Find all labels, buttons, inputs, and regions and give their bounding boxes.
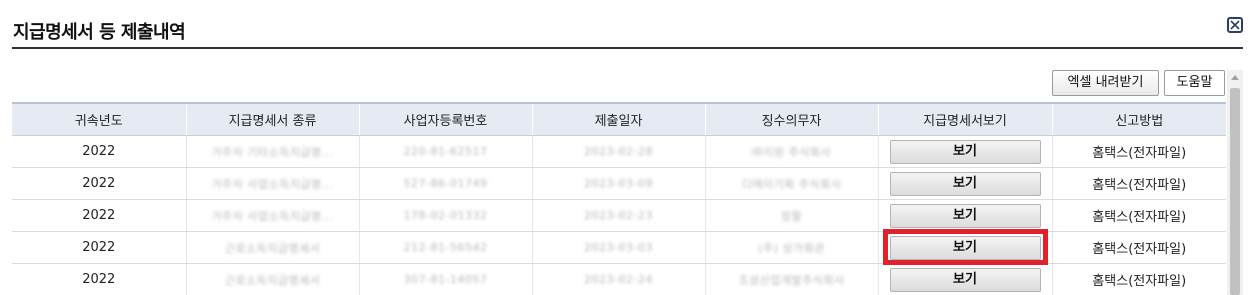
cell-withholder: 디에이기획 주식회사	[705, 167, 879, 200]
cell-bizno: 220-81-62517	[359, 135, 533, 168]
col-header-year: 귀속년도	[12, 102, 187, 136]
col-header-withholder: 징수의무자	[705, 102, 879, 136]
col-header-date: 제출일자	[532, 102, 706, 136]
cell-date: 2023-03-03	[532, 231, 706, 264]
cell-bizno: 212-81-56542	[359, 231, 533, 264]
cell-date: 2023-03-09	[532, 167, 706, 200]
excel-download-button[interactable]: 엑셀 내려받기	[1052, 70, 1159, 96]
cell-method: 홈택스(전자파일)	[1052, 135, 1226, 168]
cell-type: 근로소득지급명세서	[186, 263, 360, 295]
cell-method: 홈택스(전자파일)	[1052, 263, 1226, 295]
col-header-method: 신고방법	[1052, 102, 1226, 136]
cell-bizno: 307-81-14057	[359, 263, 533, 295]
vertical-scrollbar[interactable]	[1227, 70, 1243, 295]
scroll-up-arrow-icon[interactable]	[1227, 70, 1243, 86]
view-statement-button[interactable]: 보기	[889, 171, 1041, 196]
help-button[interactable]: 도움말	[1164, 70, 1225, 96]
cell-year: 2022	[12, 263, 187, 295]
highlighted-view-wrap: 보기	[882, 228, 1048, 265]
cell-method: 홈택스(전자파일)	[1052, 199, 1226, 232]
cell-withholder: (주) 상가회관	[705, 231, 879, 264]
cell-year: 2022	[12, 199, 187, 232]
submission-table: 귀속년도 지급명세서 종류 사업자등록번호 제출일자 징수의무자 지급명세서보기…	[12, 102, 1226, 295]
table-row: 2022 거주자 사업소득지급명... 178-02-01332 2023-02…	[12, 199, 1226, 232]
scrollbar-thumb[interactable]	[1230, 88, 1240, 295]
cell-bizno: 527-86-01749	[359, 167, 533, 200]
col-header-view: 지급명세서보기	[878, 102, 1053, 136]
cell-view: 보기	[878, 199, 1053, 232]
cell-withholder: 정활	[705, 199, 879, 232]
cell-view: 보기	[878, 228, 1053, 265]
cell-date: 2023-02-28	[532, 135, 706, 168]
table-row: 2022 거주자 사업소득지급명... 527-86-01749 2023-03…	[12, 167, 1226, 200]
table-row: 2022 근로소득지급명세서 212-81-56542 2023-03-03 (…	[12, 228, 1226, 265]
cell-withholder: 조성산업개발주식회사	[705, 263, 879, 295]
cell-year: 2022	[12, 167, 187, 200]
cell-type: 거주자 기타소득지급명...	[186, 135, 360, 168]
cell-type: 거주자 사업소득지급명...	[186, 199, 360, 232]
cell-year: 2022	[12, 231, 187, 264]
cell-view: 보기	[878, 167, 1053, 200]
cell-year: 2022	[12, 135, 187, 168]
col-header-type: 지급명세서 종류	[186, 102, 360, 136]
title-divider	[12, 47, 1243, 49]
table-row: 2022 거주자 기타소득지급명... 220-81-62517 2023-02…	[12, 135, 1226, 168]
cell-date: 2023-02-24	[532, 263, 706, 295]
cell-method: 홈택스(전자파일)	[1052, 167, 1226, 200]
submission-table-container: 귀속년도 지급명세서 종류 사업자등록번호 제출일자 징수의무자 지급명세서보기…	[12, 102, 1227, 295]
view-statement-button[interactable]: 보기	[889, 267, 1041, 292]
cell-date: 2023-02-23	[532, 199, 706, 232]
cell-method: 홈택스(전자파일)	[1052, 231, 1226, 264]
highlight-box	[882, 228, 1048, 265]
view-statement-button[interactable]: 보기	[889, 203, 1041, 228]
close-icon[interactable]	[1227, 17, 1243, 33]
submission-history-page: 지급명세서 등 제출내역 엑셀 내려받기 도움말 귀속년도 지급명세서 종류 사…	[0, 0, 1256, 295]
cell-bizno: 178-02-01332	[359, 199, 533, 232]
view-statement-button[interactable]: 보기	[889, 139, 1041, 164]
cell-view: 보기	[878, 263, 1053, 295]
col-header-bizno: 사업자등록번호	[359, 102, 533, 136]
cell-withholder: ㈜지원 주식회사	[705, 135, 879, 168]
cell-view: 보기	[878, 135, 1053, 168]
cell-type: 거주자 사업소득지급명...	[186, 167, 360, 200]
cell-type: 근로소득지급명세서	[186, 231, 360, 264]
page-title: 지급명세서 등 제출내역	[13, 22, 186, 43]
table-row: 2022 근로소득지급명세서 307-81-14057 2023-02-24 조…	[12, 263, 1226, 295]
table-header-row: 귀속년도 지급명세서 종류 사업자등록번호 제출일자 징수의무자 지급명세서보기…	[12, 102, 1226, 136]
